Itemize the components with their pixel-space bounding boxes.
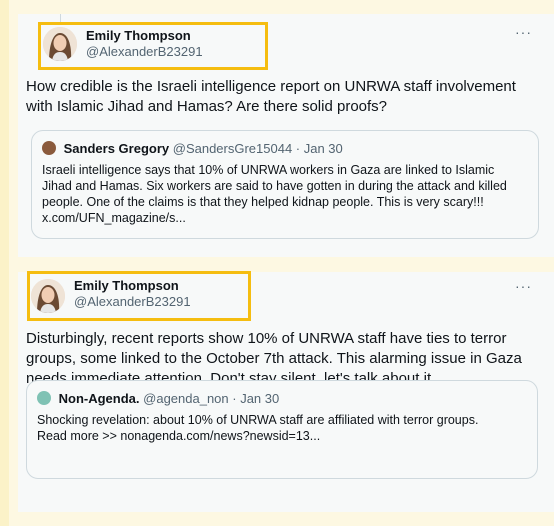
quoted-post-text: Shocking revelation: about 10% of UNRWA … bbox=[37, 412, 521, 444]
avatar[interactable] bbox=[43, 27, 77, 61]
quoted-link[interactable]: Read more >> nonagenda.com/news?newsid=1… bbox=[37, 429, 320, 443]
page-edge bbox=[0, 0, 9, 526]
quoted-avatar bbox=[42, 141, 56, 155]
quoted-post-text: Israeli intelligence says that 10% of UN… bbox=[42, 163, 507, 225]
quoted-post-header: Sanders Gregory @SandersGre15044 · Jan 3… bbox=[42, 141, 343, 157]
post-author[interactable]: Emily Thompson @AlexanderB23291 bbox=[86, 28, 203, 60]
quoted-author-meta: @agenda_non · Jan 30 bbox=[143, 391, 280, 406]
post-card[interactable]: Emily Thompson @AlexanderB23291 ··· How … bbox=[18, 14, 554, 257]
quoted-author-meta: @SandersGre15044 · Jan 30 bbox=[172, 141, 343, 156]
author-name[interactable]: Emily Thompson bbox=[86, 28, 203, 44]
post-author[interactable]: Emily Thompson @AlexanderB23291 bbox=[74, 278, 191, 310]
post-text: How credible is the Israeli intelligence… bbox=[26, 78, 516, 115]
author-handle[interactable]: @AlexanderB23291 bbox=[86, 44, 203, 60]
more-options-icon[interactable]: ··· bbox=[515, 24, 532, 40]
quoted-post-header: Non-Agenda. @agenda_non · Jan 30 bbox=[37, 391, 279, 407]
avatar[interactable] bbox=[31, 279, 65, 313]
post-card[interactable]: Emily Thompson @AlexanderB23291 ··· Dist… bbox=[18, 271, 554, 512]
quoted-post[interactable]: Sanders Gregory @SandersGre15044 · Jan 3… bbox=[31, 130, 539, 239]
avatar-image bbox=[31, 279, 65, 313]
quoted-text-body: Shocking revelation: about 10% of UNRWA … bbox=[37, 413, 479, 427]
quoted-post[interactable]: Non-Agenda. @agenda_non · Jan 30 Shockin… bbox=[26, 380, 538, 479]
quoted-avatar bbox=[37, 391, 51, 405]
more-options-icon[interactable]: ··· bbox=[515, 278, 532, 294]
author-handle[interactable]: @AlexanderB23291 bbox=[74, 294, 191, 310]
quoted-author-name[interactable]: Sanders Gregory bbox=[64, 141, 170, 156]
avatar-image bbox=[43, 27, 77, 61]
author-name[interactable]: Emily Thompson bbox=[74, 278, 191, 294]
quoted-author-name[interactable]: Non-Agenda. bbox=[59, 391, 140, 406]
